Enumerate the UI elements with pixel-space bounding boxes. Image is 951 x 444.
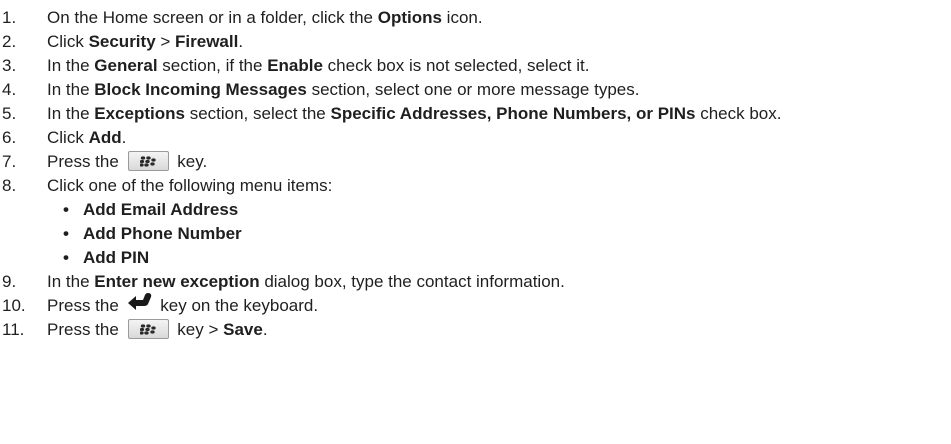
text-run: Press the xyxy=(47,296,124,315)
step-text: Click Add. xyxy=(47,126,126,150)
menu-item-label: Add PIN xyxy=(83,248,150,267)
step-9: 9. In the Enter new exception dialog box,… xyxy=(0,270,951,294)
text-run: check box. xyxy=(695,104,782,123)
step-number: 6. xyxy=(2,128,17,147)
step-1: 1. On the Home screen or in a folder, cli… xyxy=(0,6,951,30)
step-6: 6. Click Add. xyxy=(0,126,951,150)
bold-text: Security xyxy=(88,32,156,51)
blackberry-menu-key-icon xyxy=(127,151,169,172)
bold-text: General xyxy=(94,56,158,75)
text-run: check box is not selected, select it. xyxy=(322,56,590,75)
text-run: In the xyxy=(47,104,95,123)
text-run: Press the xyxy=(47,152,124,171)
step-text: Click one of the following menu items: xyxy=(47,174,332,198)
step-number: 5. xyxy=(2,104,17,123)
step-number: 10. xyxy=(2,296,26,315)
text-run: In the xyxy=(47,272,95,291)
text-run: Click xyxy=(47,128,89,147)
text-run: section, if the xyxy=(157,56,268,75)
text-run: Click xyxy=(47,32,89,51)
step-2: 2. Click Security > Firewall. xyxy=(0,30,951,54)
text-run: section, select one or more message type… xyxy=(306,80,640,99)
bold-text: Block Incoming Messages xyxy=(94,80,307,99)
text-run: > xyxy=(155,32,176,51)
bold-text: Save xyxy=(223,320,263,339)
menu-item-label: Add Email Address xyxy=(83,200,239,219)
text-run: . xyxy=(262,320,268,339)
menu-item-label: Add Phone Number xyxy=(83,224,242,243)
bold-text: Specific Addresses, Phone Numbers, or PI… xyxy=(330,104,696,123)
step-number: 4. xyxy=(2,80,17,99)
menu-item-bullet: • Add Phone Number xyxy=(0,222,951,246)
text-run: dialog box, type the contact information… xyxy=(259,272,565,291)
step-text: In the Exceptions section, select the Sp… xyxy=(47,102,782,126)
step-8: 8. Click one of the following menu items: xyxy=(0,174,951,198)
step-number: 11. xyxy=(2,320,25,339)
step-11: 11. Press the key > Save. xyxy=(0,318,951,342)
step-4: 4. In the Block Incoming Messages section… xyxy=(0,78,951,102)
bold-text: Exceptions xyxy=(94,104,185,123)
step-number: 7. xyxy=(2,152,17,171)
text-run: key on the keyboard. xyxy=(155,296,319,315)
bold-text: Enter new exception xyxy=(94,272,260,291)
text-run: key. xyxy=(172,152,208,171)
step-text: In the Block Incoming Messages section, … xyxy=(47,78,639,102)
text-run: key > xyxy=(172,320,224,339)
text-run: In the xyxy=(47,80,95,99)
step-7: 7. Press the key. xyxy=(0,150,951,174)
step-number: 1. xyxy=(2,8,17,27)
step-text: In the Enter new exception dialog box, t… xyxy=(47,270,565,294)
menu-item-bullet: • Add PIN xyxy=(0,246,951,270)
text-run: In the xyxy=(47,56,95,75)
text-run: . xyxy=(121,128,127,147)
bullet-glyph: • xyxy=(63,248,69,267)
text-run: icon. xyxy=(441,8,483,27)
bold-text: Add xyxy=(88,128,122,147)
text-run: . xyxy=(238,32,244,51)
bold-text: Options xyxy=(377,8,442,27)
text-run: Press the xyxy=(47,320,124,339)
text-run: On the Home screen or in a folder, click… xyxy=(47,8,378,27)
bullet-glyph: • xyxy=(63,200,69,219)
instruction-list: 1. On the Home screen or in a folder, cli… xyxy=(0,0,951,342)
step-5: 5. In the Exceptions section, select the … xyxy=(0,102,951,126)
step-number: 9. xyxy=(2,272,17,291)
step-text: In the General section, if the Enable ch… xyxy=(47,54,589,78)
blackberry-menu-key-icon xyxy=(127,319,169,340)
step-number: 2. xyxy=(2,32,17,51)
menu-item-list: • Add Email Address • Add Phone Number • Add … xyxy=(0,198,951,270)
menu-item-bullet: • Add Email Address xyxy=(0,198,951,222)
step-text: Click Security > Firewall. xyxy=(47,30,243,54)
step-text: Press the key on the keyboard. xyxy=(47,292,319,318)
enter-key-icon xyxy=(127,292,153,317)
step-number: 3. xyxy=(2,56,17,75)
step-3: 3. In the General section, if the Enable … xyxy=(0,54,951,78)
step-text: On the Home screen or in a folder, click… xyxy=(47,6,483,30)
step-text: Press the key > Save. xyxy=(47,318,268,342)
bold-text: Firewall xyxy=(175,32,239,51)
step-text: Press the key. xyxy=(47,150,207,174)
text-run: Click one of the following menu items: xyxy=(47,176,333,195)
step-10: 10. Press the key on the keyboard. xyxy=(0,292,951,318)
bold-text: Enable xyxy=(267,56,323,75)
bullet-glyph: • xyxy=(63,224,69,243)
text-run: section, select the xyxy=(184,104,331,123)
step-number: 8. xyxy=(2,176,17,195)
